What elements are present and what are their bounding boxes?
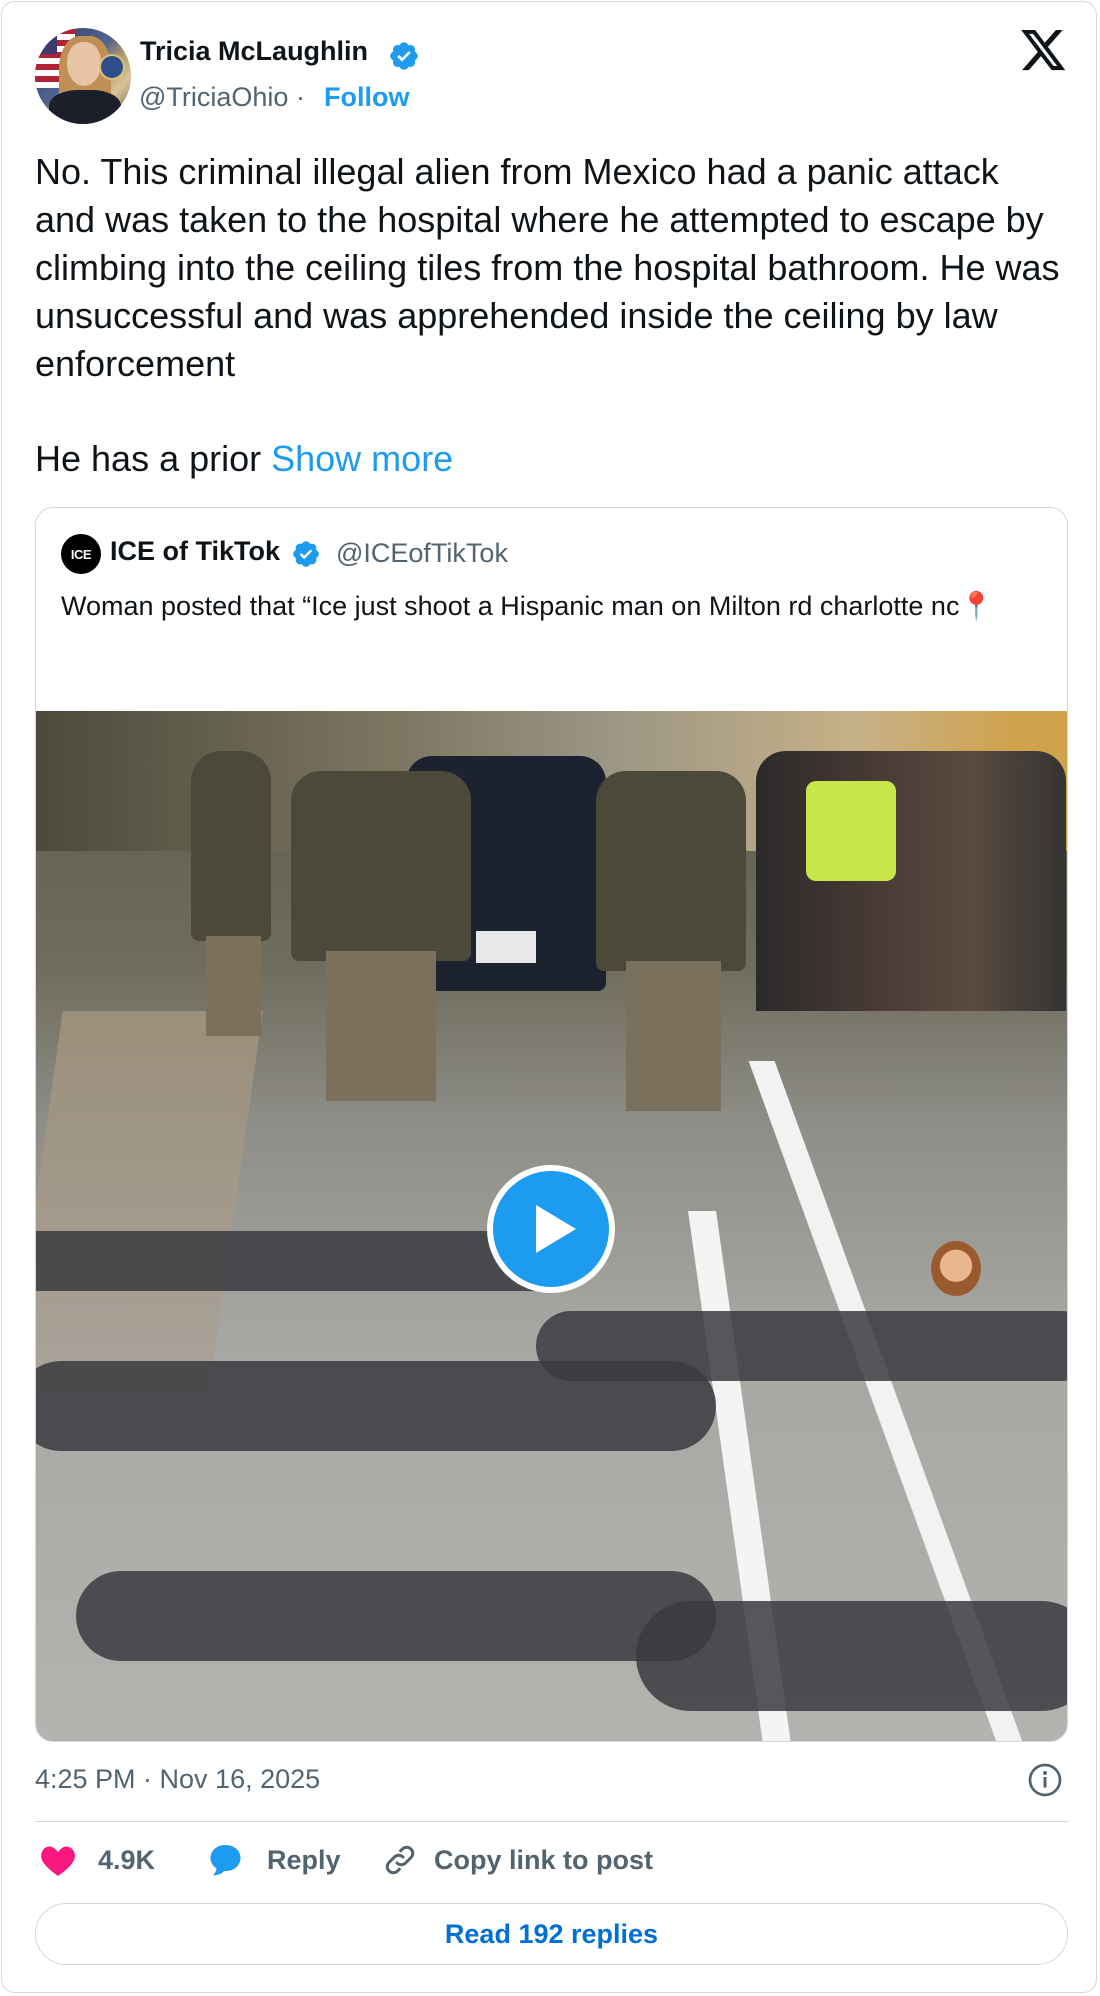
quoted-author-name[interactable]: ICE of TikTok <box>110 536 280 567</box>
quoted-post-text: Woman posted that “Ice just shoot a Hisp… <box>61 591 994 621</box>
reply-bubble-icon <box>210 1845 241 1876</box>
heart-icon <box>41 1846 75 1876</box>
handle-separator: · <box>295 82 305 112</box>
verified-badge-icon <box>390 42 418 70</box>
follow-button[interactable]: Follow <box>324 82 409 113</box>
verified-badge-icon <box>293 541 319 567</box>
info-icon[interactable] <box>1027 1762 1063 1798</box>
copy-link-button[interactable]: Copy link to post <box>382 1840 653 1880</box>
reply-button[interactable]: Reply <box>209 1840 341 1880</box>
divider <box>35 1821 1068 1822</box>
quoted-post[interactable]: ICE ICE of TikTok @ICEofTikTok Woman pos… <box>35 507 1068 1742</box>
play-button[interactable] <box>487 1165 615 1293</box>
play-icon <box>536 1205 576 1253</box>
quoted-author-handle[interactable]: @ICEofTikTok <box>336 538 508 569</box>
post-timestamp[interactable]: 4:25 PM · Nov 16, 2025 <box>35 1764 320 1795</box>
video-thumbnail[interactable] <box>36 711 1067 1741</box>
post-text: No. This criminal illegal alien from Mex… <box>35 151 1060 384</box>
author-name[interactable]: Tricia McLaughlin <box>140 36 368 67</box>
reply-label: Reply <box>267 1844 341 1875</box>
quoted-author-avatar[interactable]: ICE <box>61 534 101 574</box>
like-button[interactable]: 4.9K <box>40 1840 155 1880</box>
show-more-link[interactable]: Show more <box>271 438 453 479</box>
link-icon <box>385 1845 415 1875</box>
read-replies-button[interactable]: Read 192 replies <box>35 1903 1068 1965</box>
x-logo-icon[interactable] <box>1021 30 1067 72</box>
author-handle[interactable]: @TriciaOhio · <box>139 82 305 113</box>
copy-link-label: Copy link to post <box>434 1844 653 1875</box>
like-count: 4.9K <box>98 1844 156 1875</box>
post-text-continued: He has a prior Show more <box>35 438 454 479</box>
author-avatar[interactable] <box>35 28 131 124</box>
embedded-post-card: Tricia McLaughlin @TriciaOhio · Follow N… <box>1 1 1097 1993</box>
